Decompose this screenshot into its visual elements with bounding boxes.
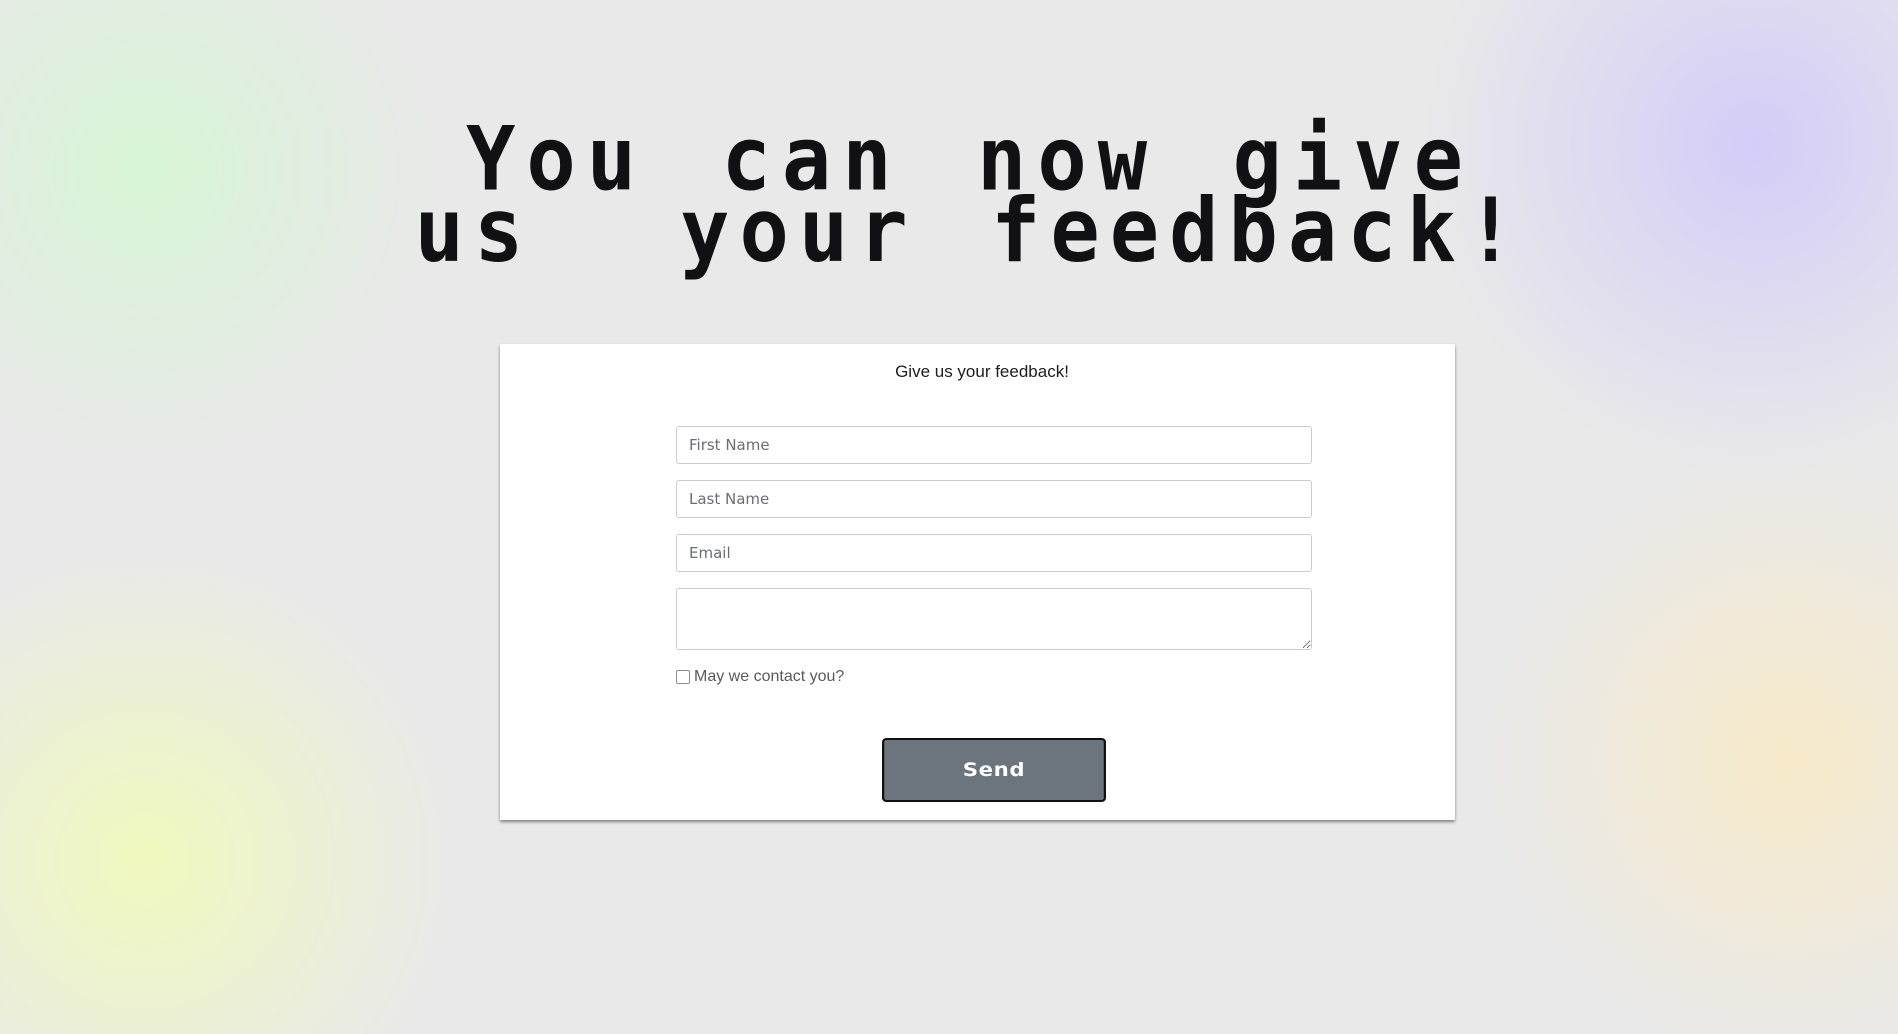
- first-name-input[interactable]: [676, 426, 1312, 464]
- headline-line-2: us your feedback!: [414, 179, 1526, 283]
- email-input[interactable]: [676, 534, 1312, 572]
- contact-consent-checkbox[interactable]: [676, 670, 690, 684]
- feedback-card: Give us your feedback! May we contact yo…: [500, 344, 1455, 820]
- contact-consent-label[interactable]: May we contact you?: [694, 668, 844, 686]
- form-title: Give us your feedback!: [895, 362, 1069, 381]
- send-button[interactable]: Send: [882, 738, 1106, 802]
- message-textarea[interactable]: [676, 588, 1312, 650]
- page-headline: You can now give us your feedback!: [380, 116, 1560, 283]
- last-name-input[interactable]: [676, 480, 1312, 518]
- contact-consent-row: May we contact you?: [676, 666, 844, 688]
